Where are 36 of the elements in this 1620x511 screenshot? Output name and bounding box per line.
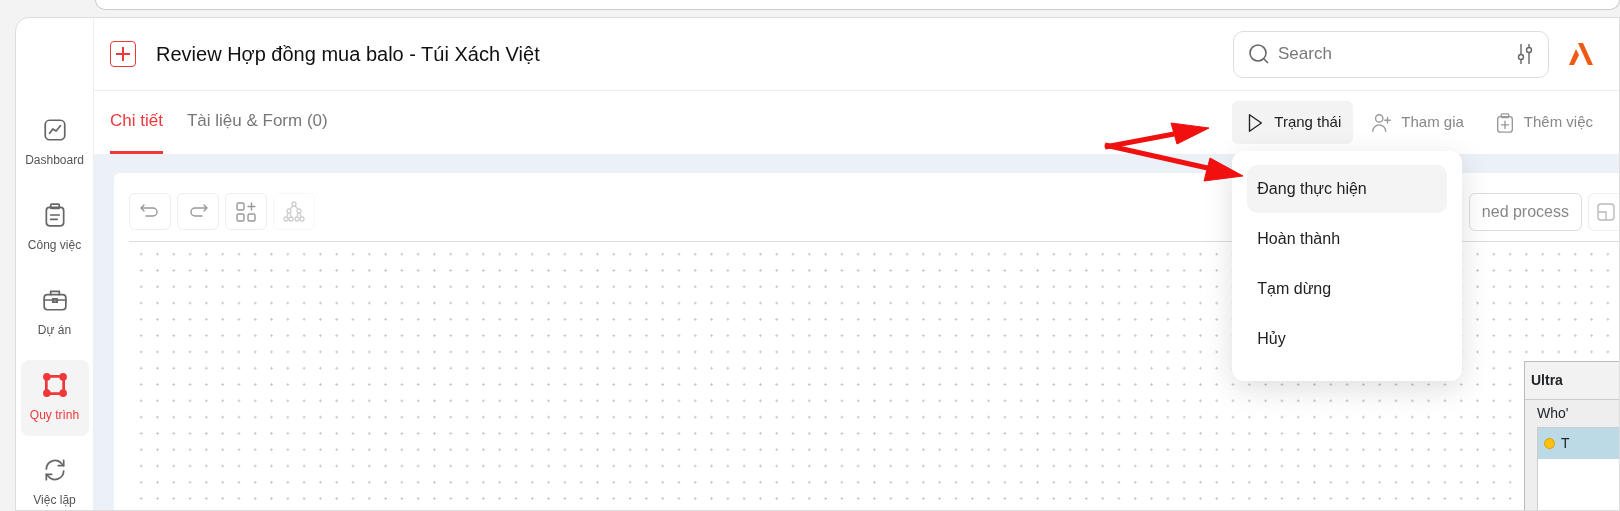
list-row[interactable]: T [1538, 428, 1619, 459]
search-bar[interactable]: Search [1233, 30, 1549, 78]
page-title: Review Hợp đồng mua balo - Túi Xách Việt [156, 42, 540, 66]
menu-item[interactable]: Đang thực hiện [1247, 165, 1448, 214]
layout-icon [1597, 203, 1615, 221]
add-user-icon [1371, 111, 1394, 134]
sidebar-item[interactable]: Việc lặp [20, 445, 89, 510]
chart-icon [41, 117, 68, 143]
menu-item[interactable]: Hoàn thành [1247, 215, 1448, 264]
tab[interactable]: Tài liệu & Form (0) [186, 91, 328, 154]
process-icon [41, 372, 68, 398]
sidebar-item[interactable]: Dự án [20, 275, 89, 351]
action-button[interactable]: Tham gia [1359, 101, 1476, 144]
briefcase-icon [41, 287, 68, 313]
logo-icon[interactable] [1569, 43, 1593, 65]
tool-button[interactable] [177, 193, 219, 230]
search-icon [1248, 43, 1270, 65]
action-button[interactable]: Thêm việc [1481, 101, 1605, 144]
menu-item[interactable]: Hủy [1247, 315, 1448, 364]
menu-item[interactable]: Tạm dừng [1247, 265, 1448, 314]
layout-button[interactable] [1588, 193, 1619, 231]
panel-text: Who' [1536, 404, 1570, 423]
sidebar-item[interactable]: Công việc [20, 190, 89, 266]
add-icon[interactable] [110, 41, 136, 67]
tool-button[interactable] [129, 193, 171, 230]
tool-button[interactable] [225, 193, 267, 230]
sidebar-item[interactable]: Dashboard [20, 105, 89, 181]
process-button[interactable]: ned process [1468, 193, 1582, 231]
window-title: Ultra [1525, 362, 1619, 400]
filter-icon[interactable] [1516, 43, 1534, 65]
tree-icon [282, 199, 306, 224]
status-dot-icon [1544, 438, 1555, 449]
address-bar[interactable] [95, 0, 1620, 10]
action-button[interactable]: Trạng thái [1232, 101, 1354, 144]
sidebar-item[interactable]: Quy trình [20, 360, 89, 436]
add-block-icon [234, 199, 258, 224]
